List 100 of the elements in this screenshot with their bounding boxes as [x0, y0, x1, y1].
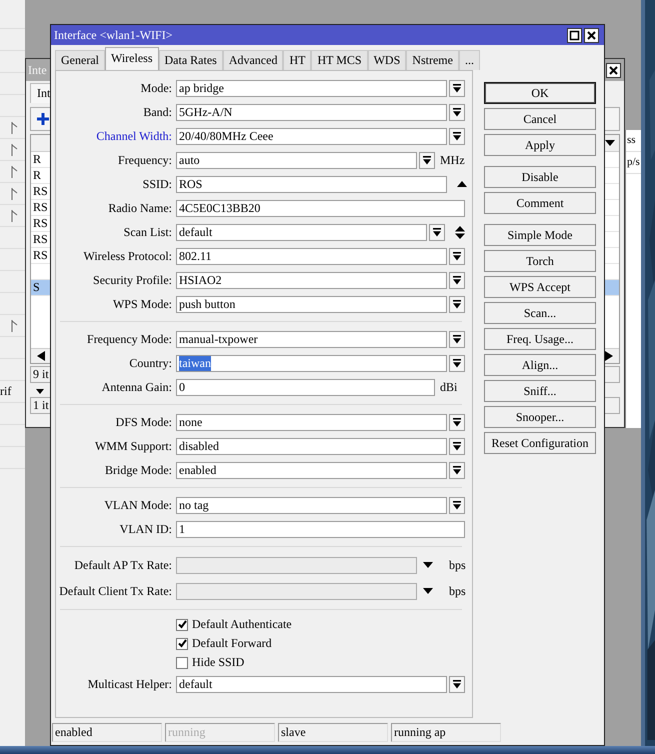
dropdown-arrow-icon — [453, 500, 461, 510]
flag-icon — [11, 210, 18, 222]
dropdown-button[interactable] — [449, 438, 465, 454]
checkbox[interactable] — [176, 638, 188, 650]
input-field[interactable]: 802.11 — [176, 248, 447, 264]
input-field[interactable]: disabled — [176, 438, 447, 454]
input-field[interactable]: 20/40/80MHz Ceee — [176, 128, 447, 144]
checkbox-label: Default Authenticate — [192, 617, 292, 632]
field-label: Mode: — [140, 80, 172, 96]
dropdown-arrow-icon — [453, 252, 461, 260]
column-header: p/s — [626, 152, 641, 174]
flag-icon — [11, 188, 18, 200]
tab[interactable]: Data Rates — [158, 50, 223, 70]
checkmark-icon — [178, 639, 186, 648]
input-field[interactable]: auto — [176, 152, 417, 168]
unit-label: dBi — [440, 380, 458, 394]
status-field: slave — [278, 723, 388, 742]
dropdown-arrow-icon — [453, 442, 461, 450]
collapse-icon[interactable] — [457, 181, 467, 187]
dropdown-button[interactable] — [449, 354, 465, 372]
dropdown-button[interactable] — [449, 296, 465, 312]
dialog-button[interactable]: WPS Accept — [484, 276, 596, 298]
dialog-button[interactable]: Reset Configuration — [484, 432, 596, 454]
flag-icon — [11, 144, 18, 156]
tab[interactable]: WDS — [368, 50, 406, 70]
dialog-button[interactable]: Cancel — [484, 108, 596, 130]
dropdown-button[interactable] — [449, 462, 465, 478]
tab[interactable]: Advanced — [222, 50, 284, 70]
field-label: VLAN ID: — [118, 522, 172, 536]
dropdown-button[interactable] — [449, 272, 465, 288]
dialog-button[interactable]: Align... — [484, 354, 596, 376]
dialog-button[interactable]: Snooper... — [484, 406, 596, 428]
dialog-button[interactable]: Apply — [484, 134, 596, 156]
caret-icon[interactable] — [423, 562, 433, 568]
dropdown-button[interactable] — [449, 414, 465, 430]
input-field[interactable]: ap bridge — [176, 80, 447, 96]
dropdown-button[interactable] — [449, 80, 465, 96]
field-label: Bridge Mode: — [104, 462, 172, 478]
dropdown-arrow-icon — [453, 84, 461, 92]
input-field[interactable] — [176, 556, 417, 574]
checkbox[interactable] — [176, 618, 188, 630]
up-down-icon[interactable] — [455, 226, 465, 238]
input-field[interactable]: enabled — [176, 462, 447, 478]
dropdown-button[interactable] — [449, 676, 465, 692]
input-field[interactable]: 0 — [176, 378, 435, 396]
tab[interactable]: General — [55, 50, 105, 70]
add-icon[interactable] — [37, 113, 49, 125]
input-field[interactable] — [176, 582, 417, 600]
field-label: Default Client Tx Rate: — [58, 584, 172, 598]
close-icon[interactable] — [606, 62, 621, 78]
input-field[interactable]: 5GHz-A/N — [176, 104, 447, 120]
input-field[interactable]: push button — [176, 296, 447, 312]
dropdown-arrow-icon — [453, 358, 461, 368]
input-field[interactable]: default — [176, 224, 427, 240]
input-field[interactable]: default — [176, 676, 447, 692]
field-label: Band: — [142, 104, 172, 120]
dialog-button[interactable]: Comment — [484, 192, 596, 214]
caret-icon[interactable] — [36, 388, 44, 394]
dropdown-button[interactable] — [429, 224, 445, 240]
input-field[interactable]: no tag — [176, 496, 447, 514]
input-field[interactable]: ROS — [176, 176, 447, 192]
dropdown-button[interactable] — [419, 152, 435, 168]
dropdown-button[interactable] — [449, 496, 465, 514]
input-field[interactable]: none — [176, 414, 447, 430]
checkmark-icon — [178, 620, 186, 629]
flag-icon — [11, 122, 18, 134]
dialog-button[interactable]: Freq. Usage... — [484, 328, 596, 350]
tab[interactable]: Nstreme — [406, 50, 459, 70]
maximize-icon[interactable] — [567, 28, 582, 42]
scroll-left-icon[interactable] — [37, 351, 45, 361]
tab[interactable]: HT MCS — [311, 50, 368, 70]
field-label: Scan List: — [122, 224, 172, 240]
dropdown-button[interactable] — [449, 128, 465, 144]
tab[interactable]: ... — [458, 50, 480, 70]
caret-icon[interactable] — [605, 140, 615, 146]
input-field[interactable]: 4C5E0C13BB20 — [176, 200, 465, 216]
dialog-button[interactable]: Sniff... — [484, 380, 596, 402]
input-field[interactable]: 1 — [176, 520, 465, 538]
dropdown-button[interactable] — [449, 248, 465, 264]
dropdown-arrow-icon — [453, 108, 461, 116]
dropdown-button[interactable] — [449, 330, 465, 348]
dropdown-arrow-icon — [423, 156, 431, 164]
caret-icon[interactable] — [423, 588, 433, 594]
tab[interactable]: HT — [283, 50, 312, 70]
status-field: enabled — [52, 723, 162, 742]
dialog-button[interactable]: OK — [484, 82, 596, 104]
dialog-button[interactable]: Simple Mode — [484, 224, 596, 246]
dropdown-button[interactable] — [449, 104, 465, 120]
dialog-button[interactable]: Disable — [484, 166, 596, 188]
input-field[interactable]: manual-txpower — [176, 330, 447, 348]
field-label: Country: — [128, 356, 172, 370]
field-label: SSID: — [142, 176, 172, 192]
checkbox[interactable] — [176, 656, 188, 668]
dialog-button[interactable]: Scan... — [484, 302, 596, 324]
close-icon[interactable] — [584, 28, 599, 42]
input-field[interactable]: taiwan — [176, 354, 447, 372]
input-field[interactable]: HSIAO2 — [176, 272, 447, 288]
dropdown-arrow-icon — [453, 334, 461, 344]
tab[interactable]: Wireless — [104, 47, 158, 70]
dialog-button[interactable]: Torch — [484, 250, 596, 272]
